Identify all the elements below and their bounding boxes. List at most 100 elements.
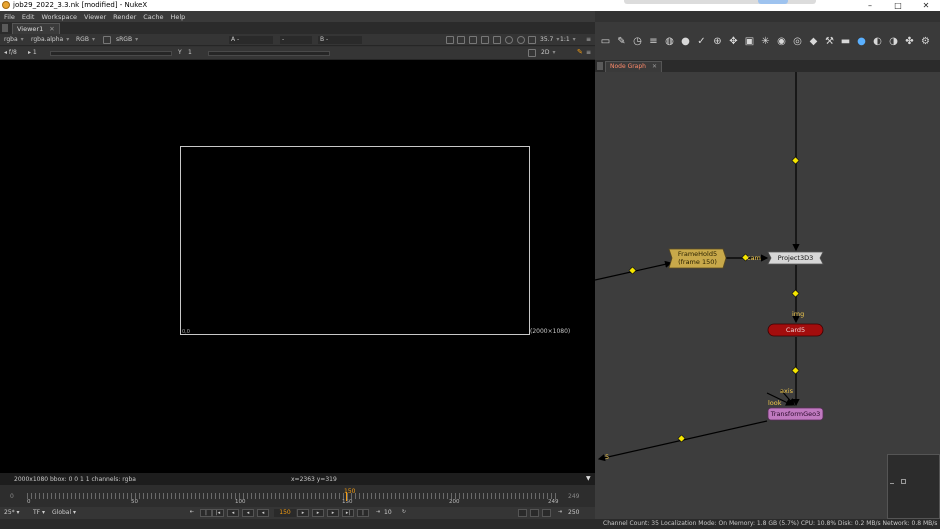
channel-icon[interactable]: ≡ [648, 36, 659, 47]
play-backward-button[interactable]: ◂ [257, 509, 269, 517]
minimap-viewport[interactable] [901, 479, 906, 484]
next-keyframe-button[interactable]: ▸| [342, 509, 354, 517]
mask-icon[interactable] [481, 36, 489, 44]
playback-range-icon[interactable]: ⇤ [186, 509, 198, 517]
merge-icon[interactable]: ⊕ [712, 36, 723, 47]
dot-node[interactable] [628, 266, 637, 275]
tab-node-graph[interactable]: Node Graph ✕ [605, 61, 663, 72]
viewer-settings-icon[interactable]: ≡ [586, 36, 594, 44]
node-graph-minimap[interactable] [887, 454, 940, 519]
timeline-ruler[interactable] [27, 493, 559, 499]
toolsets-icon[interactable]: ⚒ [824, 36, 835, 47]
filter-icon[interactable]: ● [680, 36, 691, 47]
menu-render[interactable]: Render [113, 13, 136, 21]
lock-icon[interactable] [542, 509, 551, 517]
clipping-icon[interactable] [493, 36, 501, 44]
time-icon[interactable]: ◷ [632, 36, 643, 47]
tab-viewer1[interactable]: Viewer1 ✕ [12, 23, 60, 34]
timeline-end: 249 [568, 493, 580, 500]
furnace-icon[interactable]: ● [856, 36, 867, 47]
timeline[interactable]: 0 0 50 100 150 200 249 249 150 [0, 485, 595, 507]
loop-icon[interactable]: ↻ [398, 509, 410, 517]
panel-grip-icon[interactable] [2, 24, 8, 32]
zoom-dropdown[interactable]: 35.7 ▾ [540, 36, 559, 44]
menu-viewer[interactable]: Viewer [84, 13, 106, 21]
menu-cache[interactable]: Cache [143, 13, 163, 21]
keyer-icon[interactable]: ✓ [696, 36, 707, 47]
close-button[interactable]: ✕ [912, 0, 940, 11]
prev-keyframe-button[interactable]: |◂ [212, 509, 224, 517]
image-icon[interactable]: ▭ [600, 36, 611, 47]
menu-file[interactable]: File [4, 13, 15, 21]
tab-close-icon[interactable]: ✕ [49, 25, 54, 33]
next-frame-button[interactable]: ▸ [312, 509, 324, 517]
settings-icon[interactable]: ⚙ [920, 36, 931, 47]
menu-help[interactable]: Help [170, 13, 185, 21]
particles-icon[interactable]: ✳ [760, 36, 771, 47]
dot-node[interactable] [791, 156, 800, 165]
roi-icon[interactable] [446, 36, 454, 44]
minimize-button[interactable]: – [856, 0, 884, 11]
alpha-channel-dropdown[interactable]: rgba.alpha ▾ [31, 36, 69, 44]
step-back-increment-button[interactable]: ◂ [227, 509, 239, 517]
view-mode-dropdown[interactable]: 2D ▾ [541, 49, 555, 57]
menu-workspace[interactable]: Workspace [41, 13, 77, 21]
other-icon[interactable]: ▬ [840, 36, 851, 47]
transform-icon[interactable]: ✥ [728, 36, 739, 47]
last-frame-button[interactable]: | [357, 509, 369, 517]
flipbook-icon[interactable] [518, 509, 527, 517]
dot-node[interactable] [791, 289, 800, 298]
deep-icon[interactable]: ◉ [776, 36, 787, 47]
python-icon[interactable]: ✤ [904, 36, 915, 47]
gamma-slider[interactable] [208, 51, 330, 56]
panel-grip-icon[interactable] [597, 62, 603, 70]
ocula-icon[interactable]: ◐ [872, 36, 883, 47]
cara-icon[interactable]: ◑ [888, 36, 899, 47]
chevron-down-icon: ▾ [556, 36, 560, 43]
scope-dropdown[interactable]: Global ▾ [52, 509, 76, 517]
play-forward-button[interactable]: ▸ [297, 509, 309, 517]
prev-frame-button[interactable]: ◂ [242, 509, 254, 517]
step-forward-increment-button[interactable]: ▸ [327, 509, 339, 517]
refresh-icon[interactable] [505, 36, 513, 44]
paint-icon[interactable]: ✎ [616, 36, 627, 47]
paint-brush-icon[interactable]: ✎ [577, 49, 585, 57]
merge-op-dropdown[interactable]: - [280, 36, 312, 44]
first-frame-button[interactable]: | [200, 509, 212, 517]
colorspace-dropdown[interactable]: sRGB ▾ [116, 36, 138, 44]
fstop-control[interactable]: ◂ f/8 [4, 49, 17, 57]
pause-icon[interactable] [528, 36, 536, 44]
tf-dropdown[interactable]: TF ▾ [33, 509, 45, 517]
display-mode-dropdown[interactable]: RGB ▾ [76, 36, 95, 44]
input-a-dropdown[interactable]: A - [229, 36, 273, 44]
3d-icon[interactable]: ▣ [744, 36, 755, 47]
proxy-dropdown[interactable]: 1:1 ▾ [560, 36, 576, 44]
roi-toggle-icon[interactable] [528, 49, 536, 57]
gamma-field[interactable]: 1 [188, 49, 192, 57]
overlay-icon[interactable] [457, 36, 465, 44]
tab-close-icon[interactable]: ✕ [652, 63, 657, 70]
fps-dropdown[interactable]: 25* ▾ [4, 509, 20, 517]
colorspace-toggle-icon[interactable] [103, 36, 111, 44]
gain-slider[interactable] [50, 51, 172, 56]
playhead[interactable] [346, 492, 347, 501]
cache-icon[interactable] [530, 509, 539, 517]
dot-node[interactable] [791, 366, 800, 375]
guides-icon[interactable] [469, 36, 477, 44]
increment-field[interactable]: 10 [384, 509, 392, 517]
node-graph-canvas[interactable]: FrameHold5 (frame 150) Project3D3 Card5 … [595, 72, 940, 519]
end-frame-field[interactable]: 250 [568, 509, 579, 517]
viewer-menu-icon[interactable]: ≡ [586, 49, 594, 57]
maximize-button[interactable]: □ [884, 0, 912, 11]
viewer-canvas[interactable]: 0,0 (2000×1080) [0, 60, 595, 473]
channels-dropdown[interactable]: rgba ▾ [4, 36, 24, 44]
color-icon[interactable]: ◍ [664, 36, 675, 47]
menu-edit[interactable]: Edit [22, 13, 35, 21]
gain-field[interactable]: ▸ 1 [28, 49, 37, 57]
render-icon[interactable] [517, 36, 525, 44]
frame-field[interactable]: 150 [274, 509, 296, 517]
input-b-dropdown[interactable]: B - [318, 36, 362, 44]
metadata-icon[interactable]: ◆ [808, 36, 819, 47]
views-icon[interactable]: ◎ [792, 36, 803, 47]
info-expand-icon[interactable]: ▼ [586, 475, 591, 482]
